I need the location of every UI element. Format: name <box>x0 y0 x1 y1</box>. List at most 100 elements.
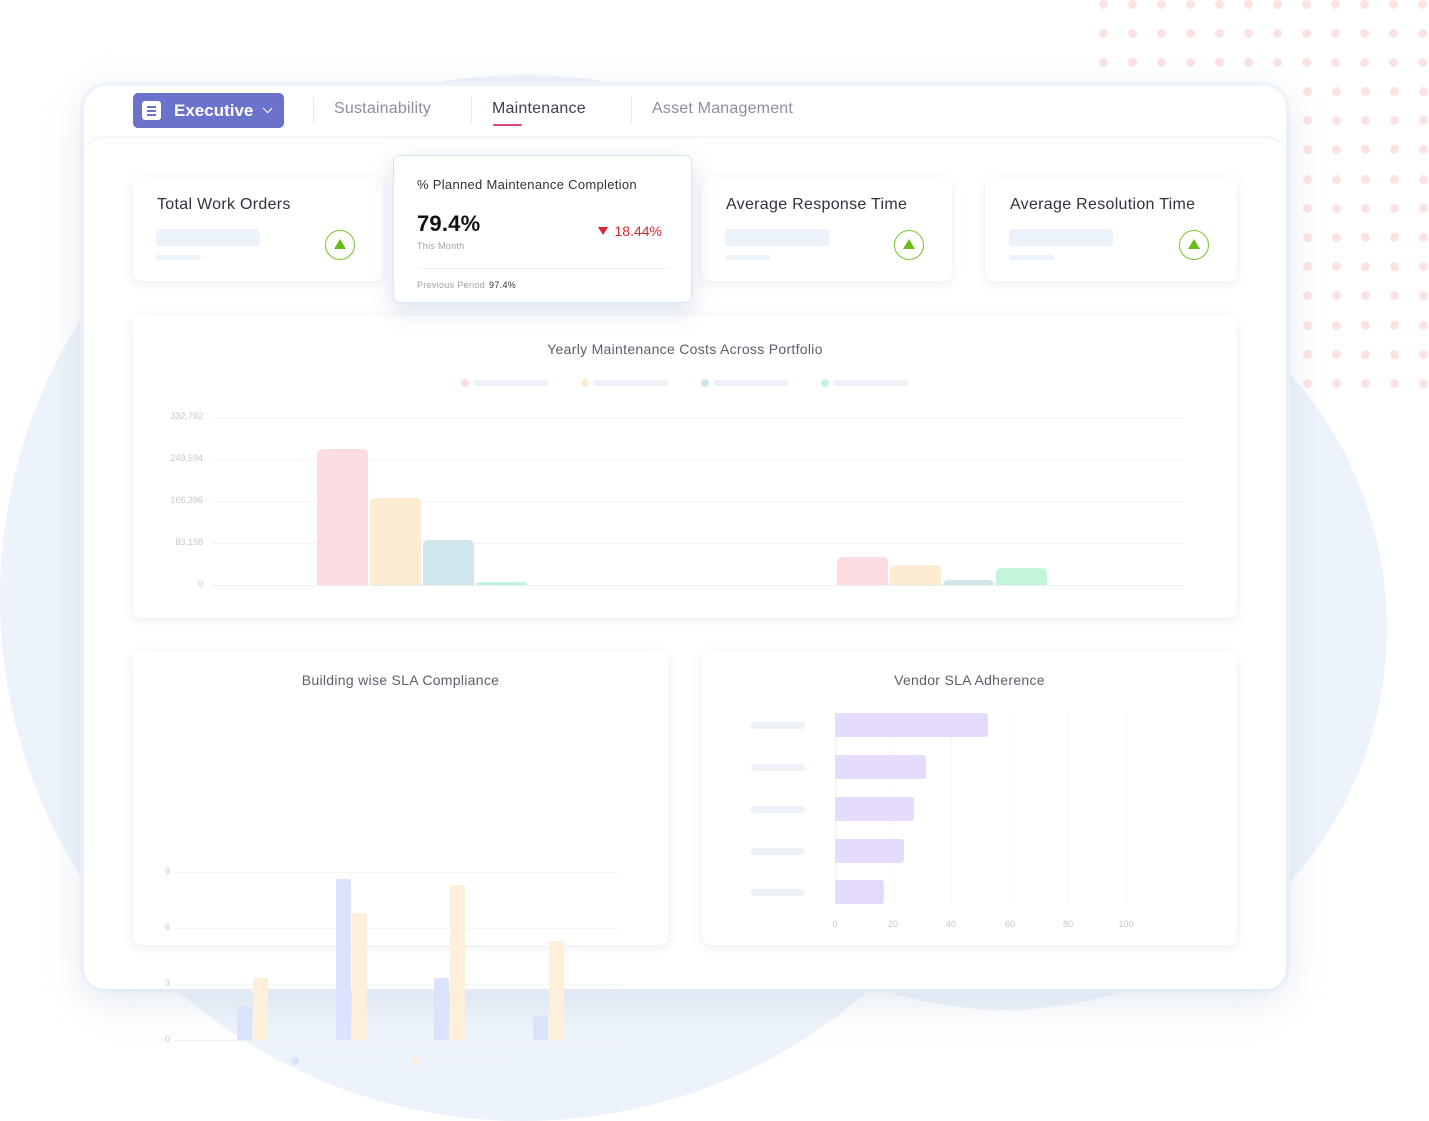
category-label-placeholder <box>751 889 805 896</box>
decorative-dot <box>1390 233 1399 242</box>
decorative-dot <box>1215 29 1224 38</box>
kpi-title: Average Resolution Time <box>1010 196 1196 213</box>
decorative-dot <box>1390 175 1399 184</box>
decorative-dot <box>1303 204 1312 213</box>
trend-up-icon <box>1179 230 1209 260</box>
decorative-dot <box>1332 204 1341 213</box>
decorative-dot <box>1389 0 1398 9</box>
decorative-dot <box>1303 262 1312 271</box>
decorative-dot <box>1419 87 1428 96</box>
decorative-dot <box>1360 58 1369 67</box>
decorative-dot <box>1302 29 1311 38</box>
decorative-dot <box>1361 116 1370 125</box>
y-tick-label: 332,792 <box>170 411 203 421</box>
y-tick-label: 249,594 <box>170 453 203 463</box>
decorative-dot <box>1332 233 1341 242</box>
decorative-dot <box>1099 0 1108 9</box>
decorative-dot <box>1361 321 1370 330</box>
decorative-dot <box>1419 233 1428 242</box>
kpi-sub-placeholder <box>725 255 770 260</box>
decorative-dot <box>1303 233 1312 242</box>
tab-divider <box>631 97 632 123</box>
chevron-down-icon <box>263 103 273 114</box>
decorative-dot <box>1390 291 1399 300</box>
dashboard-selector-button[interactable]: Executive <box>133 93 284 128</box>
decorative-dot <box>1157 29 1166 38</box>
divider <box>417 268 671 269</box>
tab-maintenance[interactable]: Maintenance <box>492 100 586 126</box>
decorative-dot <box>1273 0 1282 9</box>
bar <box>835 880 884 904</box>
tab-sustainability[interactable]: Sustainability <box>334 100 431 118</box>
decorative-dot <box>1303 116 1312 125</box>
decorative-dot <box>1331 58 1340 67</box>
document-icon <box>142 101 161 120</box>
kpi-card-total-work-orders[interactable]: Total Work Orders <box>133 177 383 281</box>
decorative-dot <box>1331 0 1340 9</box>
kpi-value-placeholder <box>725 229 829 246</box>
gridline <box>951 711 952 905</box>
active-tab-indicator <box>493 124 522 126</box>
decorative-dot <box>1303 350 1312 359</box>
dashboard-selector-label: Executive <box>174 100 254 120</box>
decorative-dot <box>1332 291 1341 300</box>
decorative-dot <box>1128 58 1137 67</box>
kpi-title: Total Work Orders <box>157 196 291 213</box>
kpi-sub-placeholder <box>156 255 201 260</box>
gridline <box>211 585 1184 586</box>
decorative-dot <box>1390 321 1399 330</box>
decorative-dot <box>1157 58 1166 67</box>
y-tick-label: 0 <box>197 579 203 589</box>
tab-maintenance-label: Maintenance <box>492 100 586 117</box>
kpi-title: Average Response Time <box>726 196 908 213</box>
kpi-title: % Planned Maintenance Completion <box>417 177 637 192</box>
tab-divider <box>313 97 314 123</box>
y-tick-label: 166,396 <box>170 495 203 505</box>
decorative-dot <box>1390 379 1399 388</box>
decorative-dot <box>1303 145 1312 154</box>
y-tick-label: 6 <box>165 922 171 932</box>
decorative-dot <box>1186 29 1195 38</box>
decorative-dot <box>1128 29 1137 38</box>
category-label-placeholder <box>751 806 805 813</box>
top-navigation: Executive Sustainability Maintenance Ass… <box>84 86 1286 138</box>
decorative-dot <box>1302 58 1311 67</box>
decorative-dot <box>1390 350 1399 359</box>
decorative-dot <box>1215 58 1224 67</box>
decorative-dot <box>1418 29 1427 38</box>
bar <box>237 1006 252 1040</box>
decorative-dot <box>1390 204 1399 213</box>
legend-label-placeholder <box>833 380 909 386</box>
legend-item <box>291 1057 380 1065</box>
kpi-card-average-response-time[interactable]: Average Response Time <box>702 177 952 281</box>
decorative-dot <box>1332 321 1341 330</box>
decorative-dot <box>1389 29 1398 38</box>
kpi-value-placeholder <box>156 229 260 246</box>
kpi-card-planned-maintenance-completion[interactable]: % Planned Maintenance Completion 79.4% T… <box>393 155 692 303</box>
gridline <box>1068 711 1069 905</box>
y-tick-label: 9 <box>165 866 171 876</box>
decorative-dot <box>1361 175 1370 184</box>
tab-asset-management[interactable]: Asset Management <box>652 100 793 118</box>
kpi-card-average-resolution-time[interactable]: Average Resolution Time <box>986 177 1237 281</box>
decorative-dot <box>1390 87 1399 96</box>
bar <box>434 978 449 1040</box>
decorative-dot <box>1361 87 1370 96</box>
bar <box>835 797 914 821</box>
decorative-dot <box>1389 58 1398 67</box>
decorative-dot <box>1303 87 1312 96</box>
gridline <box>1010 711 1011 905</box>
legend-item <box>821 379 909 387</box>
y-tick-label: 83,198 <box>175 537 203 547</box>
previous-period-label: Previous Period <box>417 280 486 290</box>
category-label-placeholder <box>751 722 805 729</box>
decorative-dot <box>1361 145 1370 154</box>
chart-card-vendor-sla-adherence: Vendor SLA Adherence 0 20 40 60 80 100 <box>702 652 1237 945</box>
trend-down-icon <box>597 227 608 235</box>
decorative-dot <box>1390 116 1399 125</box>
legend-item <box>701 379 789 387</box>
y-tick-label: 0 <box>165 1034 171 1044</box>
chart-card-building-sla-compliance: Building wise SLA Compliance 0 3 6 9 <box>133 652 668 1065</box>
legend-swatch <box>581 379 589 387</box>
decorative-dot <box>1244 29 1253 38</box>
